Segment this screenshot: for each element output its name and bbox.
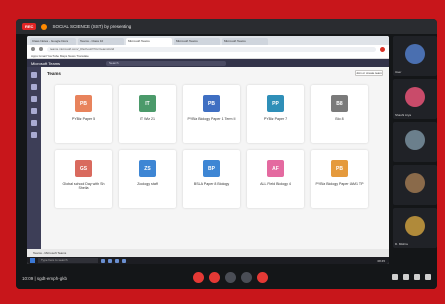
team-card-name: PYBiz Biology Paper 1 Term II: [187, 117, 236, 121]
participant-tile[interactable]: [393, 122, 437, 162]
settings-icon[interactable]: [425, 274, 431, 280]
url-input[interactable]: teams.microsoft.com/_#/school//?ctx=team…: [47, 46, 376, 52]
camera-icon[interactable]: [209, 272, 220, 283]
taskbar-app-icon[interactable]: [101, 258, 105, 263]
team-card-name: PYBiz Biology Paper IAM1 TP: [315, 182, 364, 186]
windows-start-icon[interactable]: [30, 258, 35, 263]
team-card-name: PYBiz Paper 5: [71, 117, 96, 121]
browser-tab[interactable]: Teams - Class 10: [78, 38, 124, 45]
participant-name: User: [395, 70, 402, 74]
teams-app-rail: [27, 67, 41, 257]
browser-tab-active[interactable]: Microsoft Teams: [126, 38, 172, 45]
app-title: Microsoft Teams: [31, 60, 61, 66]
info-icon[interactable]: [392, 274, 398, 280]
team-logo-icon: GS: [75, 160, 92, 177]
share-icon[interactable]: [225, 272, 236, 283]
team-card-name: Global school Day with Sh Sheila: [62, 182, 105, 191]
team-logo-icon: B8: [331, 95, 348, 112]
participant-tile[interactable]: Shashi Arya: [393, 79, 437, 119]
files-icon[interactable]: [31, 132, 37, 138]
avatar: [405, 173, 425, 193]
share-title: SOCIAL SCIENCE (SST) by presenting: [52, 24, 132, 29]
call-controls: [193, 272, 268, 283]
shared-browser-window: Class Notes - Google Docs Teams - Class …: [27, 36, 389, 264]
avatar: [405, 216, 425, 236]
team-card[interactable]: IT IT Wiz 21: [119, 85, 176, 143]
team-card-name: Bio 8: [335, 117, 344, 121]
participant-strip: User Shashi Arya D. Mishra: [393, 36, 437, 264]
browser-tabs: Class Notes - Google Docs Teams - Class …: [27, 36, 389, 45]
team-card[interactable]: PB PYBiz Paper 5: [55, 85, 112, 143]
teams-search-input[interactable]: Search: [106, 60, 227, 66]
participant-tile[interactable]: User: [393, 36, 437, 76]
teams-header: Microsoft Teams Search: [27, 59, 389, 67]
team-card[interactable]: AF ALL Field Biology 4: [247, 150, 304, 208]
zoom-logo-icon: [41, 23, 48, 30]
people-icon[interactable]: [403, 274, 409, 280]
end-call-icon[interactable]: [257, 272, 268, 283]
team-card-name: IT Wiz 21: [139, 117, 156, 121]
join-team-button[interactable]: Join or create team: [355, 70, 383, 76]
team-logo-icon: PB: [75, 95, 92, 112]
team-card[interactable]: B8 Bio 8: [311, 85, 368, 143]
forward-icon[interactable]: [39, 47, 43, 51]
browser-tab[interactable]: Class Notes - Google Docs: [30, 38, 76, 45]
meeting-id: 10:09 | sgdt-emph-gkb: [22, 275, 67, 281]
team-logo-icon: PB: [203, 95, 220, 112]
chat-icon[interactable]: [31, 84, 37, 90]
team-card-name: Zoology staff: [137, 182, 158, 186]
taskbar-app-icon[interactable]: [108, 258, 112, 263]
team-logo-icon: AF: [267, 160, 284, 177]
monitor-screen: REC SOCIAL SCIENCE (SST) by presenting C…: [16, 19, 437, 289]
participant-tile[interactable]: D. Mishra: [393, 208, 437, 248]
taskbar-app-icon[interactable]: [122, 258, 126, 263]
avatar: [405, 44, 425, 64]
team-logo-icon: ZS: [139, 160, 156, 177]
team-card[interactable]: PB PYBiz Biology Paper 1 Term II: [183, 85, 240, 143]
team-card-name: PYBiz Paper 7: [263, 117, 288, 121]
team-logo-icon: IT: [139, 95, 156, 112]
activity-icon[interactable]: [31, 72, 37, 78]
calendar-icon[interactable]: [31, 120, 37, 126]
zoom-toolbar: 10:09 | sgdt-emph-gkb: [16, 267, 437, 289]
avatar: [405, 87, 425, 107]
team-card-grid: PB PYBiz Paper 5 IT IT Wiz 21 PB PYBiz Biolog…: [55, 85, 368, 208]
avatar: [405, 130, 425, 150]
notification-strip[interactable]: Teams - Microsoft Teams: [27, 249, 389, 257]
participant-tile[interactable]: [393, 165, 437, 205]
back-icon[interactable]: [31, 47, 35, 51]
teams-icon[interactable]: [31, 96, 37, 102]
taskbar-clock: 08:45: [377, 258, 385, 263]
recording-bar: REC SOCIAL SCIENCE (SST) by presenting: [16, 19, 437, 34]
team-card[interactable]: PB PYBiz Biology Paper IAM1 TP: [311, 150, 368, 208]
chat-icon[interactable]: [414, 274, 420, 280]
team-logo-icon: PP: [267, 95, 284, 112]
team-logo-icon: PB: [331, 160, 348, 177]
zoom-right-controls: [392, 274, 431, 280]
team-card[interactable]: ZS Zoology staff: [119, 150, 176, 208]
rec-badge[interactable]: REC: [22, 23, 37, 30]
team-card-name: BSLA Paper 8 Biology: [193, 182, 230, 186]
teams-body: Teams Join or create team PB PYBiz Paper …: [27, 67, 389, 257]
browser-tab[interactable]: Microsoft Teams: [222, 38, 268, 45]
browser-tab[interactable]: Microsoft Teams: [174, 38, 220, 45]
team-card[interactable]: BP BSLA Paper 8 Biology: [183, 150, 240, 208]
team-card[interactable]: GS Global school Day with Sh Sheila: [55, 150, 112, 208]
team-logo-icon: BP: [203, 160, 220, 177]
team-card[interactable]: PP PYBiz Paper 7: [247, 85, 304, 143]
windows-taskbar: Type here to search 08:45: [27, 257, 389, 264]
participant-name: Shashi Arya: [395, 113, 412, 117]
team-card-name: ALL Field Biology 4: [260, 182, 291, 186]
mic-icon[interactable]: [193, 272, 204, 283]
participant-name: D. Mishra: [395, 242, 408, 246]
taskbar-search-input[interactable]: Type here to search: [38, 258, 98, 263]
taskbar-app-icon[interactable]: [115, 258, 119, 263]
profile-icon[interactable]: [380, 46, 385, 52]
address-bar: teams.microsoft.com/_#/school//?ctx=team…: [27, 45, 389, 53]
photo-frame: REC SOCIAL SCIENCE (SST) by presenting C…: [0, 0, 445, 304]
assignments-icon[interactable]: [31, 108, 37, 114]
more-icon[interactable]: [241, 272, 252, 283]
page-title: Teams: [47, 71, 61, 76]
teams-main: Teams Join or create team PB PYBiz Paper …: [41, 67, 389, 257]
